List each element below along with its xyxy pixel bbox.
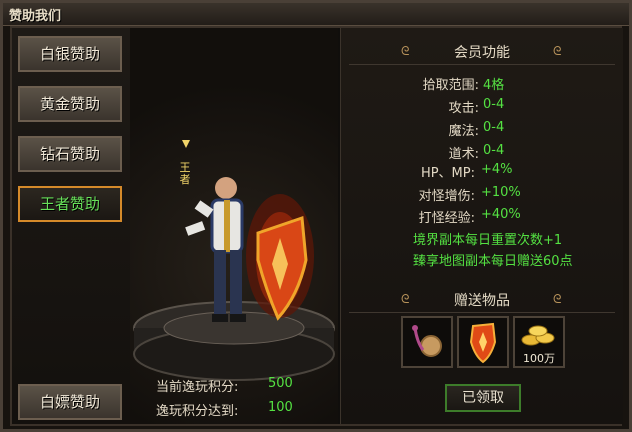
- shield-icon: [469, 322, 497, 364]
- title-bar[interactable]: 赞助我们: [3, 3, 629, 26]
- amulet-icon: [412, 325, 442, 357]
- target-score-label: 逸玩积分达到:: [156, 404, 239, 419]
- member-panel: ᘓ 会员功能 ᘓ 拾取范围: 4格 攻击: 0-4 魔法: 0-4 道术: 0-…: [340, 28, 623, 424]
- target-score-value: 100: [268, 400, 293, 415]
- character-preview: 王者 当前逸玩积分: 500 逸玩积分达到: 100: [130, 28, 338, 424]
- tier-button-diamond[interactable]: 钻石赞助: [18, 136, 122, 172]
- gift-slot[interactable]: [457, 316, 509, 368]
- divider: [349, 312, 615, 313]
- current-score-label: 当前逸玩积分:: [156, 380, 239, 395]
- gift-quantity: 100万: [523, 352, 555, 365]
- gift-slot[interactable]: 100万: [513, 316, 565, 368]
- stat-label: 打怪经验:: [418, 211, 475, 226]
- stat-value: 0-4: [483, 120, 505, 135]
- member-heading: 会员功能: [454, 45, 510, 61]
- ornament-right-icon: ᘓ: [553, 292, 562, 306]
- gifts-heading: 赠送物品: [454, 293, 510, 309]
- character-scene: [133, 140, 335, 381]
- tier-button-free[interactable]: 白嫖赞助: [18, 384, 122, 420]
- current-score-value: 500: [268, 376, 293, 391]
- stat-label: 魔法:: [448, 124, 479, 139]
- perk-line: 臻享地图副本每日赠送60点: [413, 254, 573, 269]
- stat-value: 0-4: [483, 97, 505, 112]
- tier-button-gold[interactable]: 黄金赞助: [18, 86, 122, 122]
- stat-label: HP、MP:: [420, 166, 475, 181]
- stat-value: +4%: [481, 162, 513, 177]
- gift-slot[interactable]: [401, 316, 453, 368]
- stat-label: 对怪增伤:: [418, 189, 475, 204]
- divider: [349, 64, 615, 65]
- window-title: 赞助我们: [9, 9, 62, 24]
- ornament-right-icon: ᘓ: [553, 44, 562, 58]
- stat-label: 道术:: [448, 147, 479, 162]
- stat-value: +10%: [481, 185, 521, 200]
- character-head-icon: [215, 177, 237, 199]
- tier-button-king[interactable]: 王者赞助: [18, 186, 122, 222]
- perk-line: 境界副本每日重置次数+1: [413, 233, 563, 248]
- title-badge-icon: [182, 140, 190, 148]
- character-title-badge: 王者: [179, 161, 191, 186]
- gold-coins-icon: [521, 325, 555, 346]
- stat-value: 4格: [483, 78, 505, 93]
- stat-value: 0-4: [483, 143, 505, 158]
- claim-button[interactable]: 已领取: [445, 384, 521, 412]
- stat-value: +40%: [481, 207, 521, 222]
- tier-button-silver[interactable]: 白银赞助: [18, 36, 122, 72]
- stat-label: 攻击:: [448, 101, 479, 116]
- stat-label: 拾取范围:: [422, 78, 479, 93]
- tier-sidebar: 白银赞助 黄金赞助 钻石赞助 王者赞助 白嫖赞助: [12, 28, 131, 424]
